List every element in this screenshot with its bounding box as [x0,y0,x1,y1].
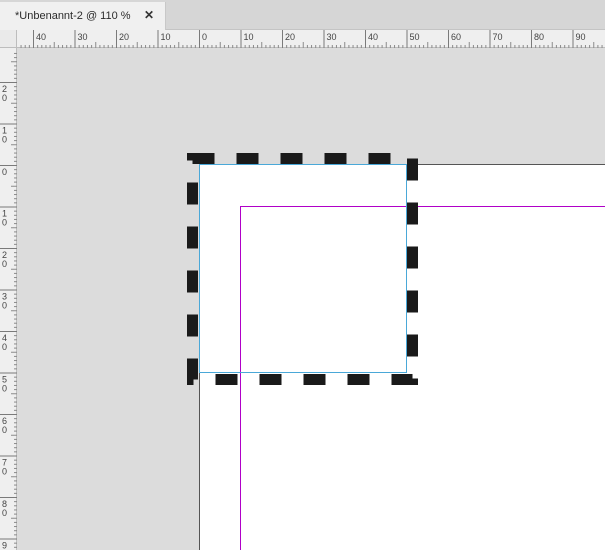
vertical-ruler[interactable]: 2010010203040506070809 [0,48,17,550]
ruler-label: 30 [327,32,337,42]
ruler-label: 80 [534,32,544,42]
ruler-label: 0 [2,167,7,177]
ruler-label: 0 [2,342,7,352]
ruler-label: 30 [78,32,88,42]
canvas-drawing [187,153,605,550]
ruler-label: 0 [2,93,7,103]
vertical-ruler-scale: 2010010203040506070809 [0,52,17,550]
ruler-label: 0 [202,32,207,42]
ruler-origin-corner[interactable] [0,30,17,48]
ruler-label: 10 [244,32,254,42]
document-tab[interactable]: *Unbenannt-2 @ 110 % ✕ [0,2,166,30]
ruler-label: 0 [2,425,7,435]
document-tab-title: *Unbenannt-2 @ 110 % [15,10,131,22]
ruler-label: 0 [2,135,7,145]
horizontal-ruler-scale: 40 30 20 10 0 10 20 30 40 50 60 70 80 90 [20,30,603,48]
ruler-label: 90 [576,32,586,42]
ruler-label: 50 [410,32,420,42]
close-icon[interactable]: ✕ [144,8,154,22]
ruler-label: 0 [2,259,7,269]
document-tab-bar: *Unbenannt-2 @ 110 % ✕ [0,0,605,30]
ruler-label: 70 [493,32,503,42]
ruler-label: 20 [285,32,295,42]
ruler-label: 40 [368,32,378,42]
ruler-label: 0 [2,384,7,394]
ruler-label: 0 [2,218,7,228]
ruler-label: 9 [2,541,7,550]
ruler-label: 0 [2,508,7,518]
ruler-label: 0 [2,467,7,477]
ruler-label: 40 [36,32,46,42]
horizontal-ruler[interactable]: 40 30 20 10 0 10 20 30 40 50 60 70 80 90 [17,30,605,48]
ruler-label: 20 [119,32,129,42]
frame-fill [199,164,407,373]
ruler-label: 10 [161,32,171,42]
ruler-label: 0 [2,301,7,311]
ruler-label: 60 [451,32,461,42]
document-canvas[interactable] [17,48,605,550]
